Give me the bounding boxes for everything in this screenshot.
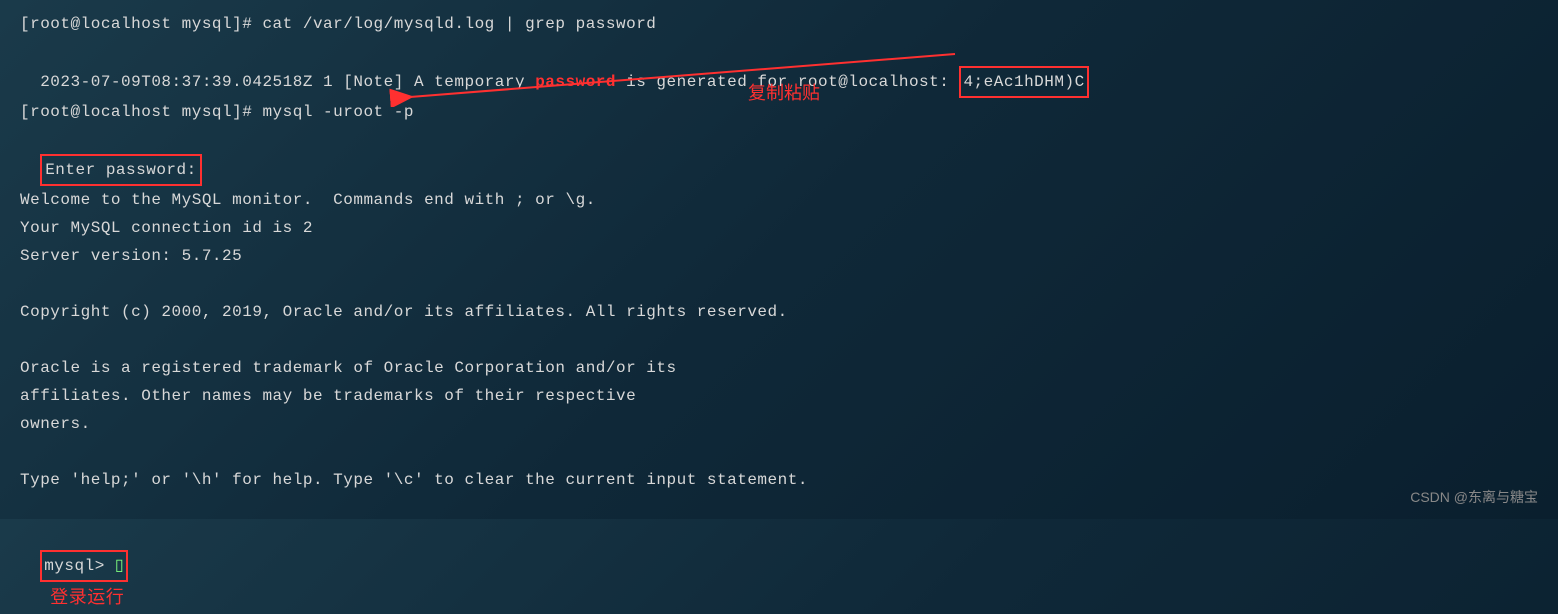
connection-id-line: Your MySQL connection id is 2 <box>20 214 1538 242</box>
prompt-cat-grep: [root@localhost mysql]# cat /var/log/mys… <box>20 10 1538 38</box>
server-version-line: Server version: 5.7.25 <box>20 242 1538 270</box>
mysql-prompt-box: mysql> ▯ <box>40 550 128 582</box>
blank-line <box>20 438 1538 466</box>
log-prefix: 2023-07-09T08:37:39.042518Z 1 [Note] A t… <box>40 73 535 91</box>
mysql-prompt-line[interactable]: mysql> ▯ 登录运行 <box>20 522 1538 614</box>
copyright-line: Copyright (c) 2000, 2019, Oracle and/or … <box>20 298 1538 326</box>
help-line: Type 'help;' or '\h' for help. Type '\c'… <box>20 466 1538 494</box>
blank-line <box>20 494 1538 522</box>
blank-line <box>20 270 1538 298</box>
mysql-prompt-text: mysql> <box>44 557 115 575</box>
trademark-line-3: owners. <box>20 410 1538 438</box>
login-run-annotation: 登录运行 <box>50 587 124 607</box>
cursor-icon: ▯ <box>115 557 124 575</box>
password-highlight: password <box>535 73 616 91</box>
copy-paste-annotation: 复制粘贴 <box>748 78 820 110</box>
enter-password-line: Enter password: <box>20 126 1538 186</box>
trademark-line-1: Oracle is a registered trademark of Orac… <box>20 354 1538 382</box>
blank-line <box>20 326 1538 354</box>
enter-password-box: Enter password: <box>40 154 202 186</box>
trademark-line-2: affiliates. Other names may be trademark… <box>20 382 1538 410</box>
welcome-line: Welcome to the MySQL monitor. Commands e… <box>20 186 1538 214</box>
temp-password-box: 4;eAc1hDHM)C <box>959 66 1088 98</box>
watermark-text: CSDN @东离与糖宝 <box>1410 485 1538 510</box>
